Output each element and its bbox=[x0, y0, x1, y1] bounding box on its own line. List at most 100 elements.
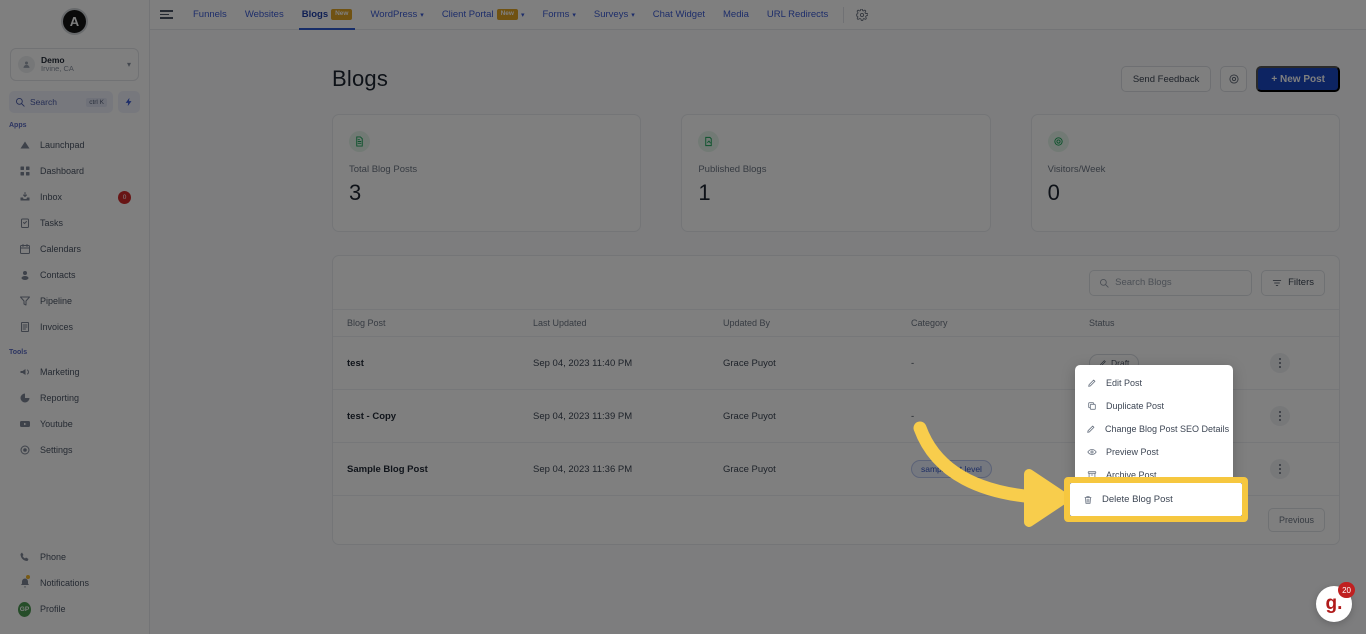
stat-label: Total Blog Posts bbox=[349, 164, 418, 175]
filter-icon bbox=[1272, 279, 1282, 286]
menu-item-label: Preview Post bbox=[1106, 446, 1159, 457]
sidebar-item-label: Notifications bbox=[40, 578, 90, 588]
location-avatar-icon bbox=[18, 56, 35, 73]
menu-item-edit-post[interactable]: Edit Post bbox=[1075, 371, 1233, 394]
cell-category: sample cat level bbox=[911, 442, 1089, 496]
sidebar-item-profile[interactable]: GP Profile bbox=[0, 596, 149, 622]
tab-wordpress[interactable]: WordPress ▾ bbox=[361, 0, 432, 30]
sidebar-item-reporting[interactable]: Reporting bbox=[0, 385, 149, 411]
filters-label: Filters bbox=[1288, 277, 1314, 288]
tab-chat-widget[interactable]: Chat Widget bbox=[644, 0, 714, 30]
reporting-icon bbox=[18, 392, 31, 405]
cell-last-updated: Sep 04, 2023 11:39 PM bbox=[533, 389, 723, 443]
search-icon bbox=[1100, 278, 1109, 288]
new-badge: New bbox=[496, 9, 518, 20]
sidebar-item-settings[interactable]: Settings bbox=[0, 437, 149, 463]
stat-value: 0 bbox=[1047, 180, 1060, 205]
sidebar-item-pipeline[interactable]: Pipeline bbox=[0, 288, 149, 314]
cell-actions bbox=[1264, 336, 1339, 390]
published-icon bbox=[698, 131, 720, 152]
location-text: Demo Irvine, CA bbox=[41, 56, 121, 73]
tab-client-portal[interactable]: Client Portal New ▾ bbox=[433, 0, 534, 30]
tab-funnels[interactable]: Funnels bbox=[184, 0, 236, 30]
sidebar-section-apps-label: Apps bbox=[9, 122, 27, 129]
blog-settings-button[interactable] bbox=[1220, 66, 1248, 92]
column-header-blog-post: Blog Post bbox=[333, 309, 533, 337]
main-content: Blogs Send Feedback + New Post Total Blo… bbox=[150, 30, 1366, 634]
sidebar-item-label: Invoices bbox=[40, 322, 74, 332]
column-header-status: Status bbox=[1089, 309, 1264, 337]
row-actions-menu-button[interactable] bbox=[1270, 406, 1290, 426]
row-actions-menu-button[interactable] bbox=[1270, 353, 1290, 373]
sidebar-item-youtube[interactable]: Youtube bbox=[0, 411, 149, 437]
filters-button[interactable]: Filters bbox=[1261, 269, 1325, 296]
tab-blogs[interactable]: Blogs New bbox=[293, 0, 362, 30]
sidebar-item-contacts[interactable]: Contacts bbox=[0, 262, 149, 288]
tab-url-redirects[interactable]: URL Redirects bbox=[758, 0, 837, 30]
stat-card-visitors-week: Visitors/Week 0 bbox=[1030, 114, 1340, 232]
row-actions-menu-button[interactable] bbox=[1270, 459, 1290, 479]
column-header-last-updated: Last Updated bbox=[533, 309, 723, 337]
tab-media[interactable]: Media bbox=[714, 0, 758, 30]
stat-label: Published Blogs bbox=[698, 164, 767, 175]
table-header-row: Blog Post Last Updated Updated By Catego… bbox=[333, 309, 1339, 337]
row-actions-dropdown: Edit Post Duplicate Post Change Blog Pos… bbox=[1075, 365, 1233, 492]
inbox-icon bbox=[18, 191, 31, 204]
cell-actions bbox=[1264, 389, 1339, 443]
cell-blog-post: Sample Blog Post bbox=[333, 442, 533, 496]
tab-websites[interactable]: Websites bbox=[236, 0, 293, 30]
app-logo[interactable]: A bbox=[61, 7, 88, 35]
sidebar-item-notifications[interactable]: Notifications bbox=[0, 570, 149, 596]
cell-blog-post: test bbox=[333, 336, 533, 390]
calendars-icon bbox=[18, 243, 31, 256]
menu-item-preview-post[interactable]: Preview Post bbox=[1075, 440, 1233, 463]
search-blogs-input[interactable]: Search Blogs bbox=[1089, 269, 1253, 296]
search-blogs-placeholder: Search Blogs bbox=[1115, 277, 1172, 288]
sidebar-item-dashboard[interactable]: Dashboard bbox=[0, 158, 149, 184]
brand-row: A bbox=[0, 0, 149, 42]
table-head: Blog Post Last Updated Updated By Catego… bbox=[333, 309, 1339, 337]
gear-icon[interactable] bbox=[850, 8, 874, 21]
chevron-down-icon: ▾ bbox=[631, 11, 635, 19]
stat-card-total-blog-posts: Total Blog Posts 3 bbox=[332, 114, 642, 232]
new-post-button[interactable]: + New Post bbox=[1256, 66, 1340, 92]
tab-label: Surveys bbox=[593, 9, 629, 20]
location-switcher[interactable]: Demo Irvine, CA ▾ bbox=[10, 48, 139, 81]
menu-item-change-seo-details[interactable]: Change Blog Post SEO Details bbox=[1075, 417, 1233, 440]
top-navigation: Funnels Websites Blogs New WordPress ▾ C… bbox=[150, 0, 1366, 30]
send-feedback-button[interactable]: Send Feedback bbox=[1120, 66, 1212, 92]
cell-updated-by: Grace Puyot bbox=[723, 442, 911, 496]
sidebar-item-label: Phone bbox=[40, 552, 67, 562]
sidebar-item-invoices[interactable]: Invoices bbox=[0, 314, 149, 340]
location-sub: Irvine, CA bbox=[41, 64, 74, 73]
menu-item-duplicate-post[interactable]: Duplicate Post bbox=[1075, 394, 1233, 417]
menu-toggle-icon[interactable] bbox=[160, 0, 176, 30]
sidebar-item-calendars[interactable]: Calendars bbox=[0, 236, 149, 262]
sidebar-item-inbox[interactable]: Inbox 0 bbox=[0, 184, 149, 210]
tab-label: Media bbox=[723, 9, 749, 20]
tab-forms[interactable]: Forms ▾ bbox=[533, 0, 584, 30]
chat-widget[interactable]: g. 20 bbox=[1316, 582, 1355, 622]
search-input[interactable]: Search ctrl K bbox=[9, 91, 113, 113]
sidebar-item-tasks[interactable]: Tasks bbox=[0, 210, 149, 236]
page-header: Blogs Send Feedback + New Post bbox=[150, 30, 1366, 92]
marketing-icon bbox=[18, 366, 31, 379]
sidebar-item-phone[interactable]: Phone bbox=[0, 544, 149, 570]
sidebar-item-marketing[interactable]: Marketing bbox=[0, 359, 149, 385]
profile-avatar: GP bbox=[18, 601, 31, 617]
sidebar-item-label: Profile bbox=[40, 604, 66, 614]
column-header-category: Category bbox=[911, 309, 1089, 337]
header-actions: Send Feedback + New Post bbox=[1120, 66, 1340, 92]
previous-page-button[interactable]: Previous bbox=[1267, 508, 1325, 532]
quick-actions-button[interactable] bbox=[118, 91, 140, 113]
tab-surveys[interactable]: Surveys ▾ bbox=[585, 0, 644, 30]
tab-label: Forms bbox=[542, 9, 570, 20]
sidebar-item-label: Launchpad bbox=[40, 140, 85, 150]
gear-icon bbox=[1229, 74, 1239, 84]
sidebar-item-label: Contacts bbox=[40, 270, 76, 280]
inbox-count-badge: 0 bbox=[118, 190, 131, 204]
sidebar-item-launchpad[interactable]: Launchpad bbox=[0, 132, 149, 158]
nav-divider bbox=[843, 6, 845, 23]
cell-last-updated: Sep 04, 2023 11:40 PM bbox=[533, 336, 723, 390]
